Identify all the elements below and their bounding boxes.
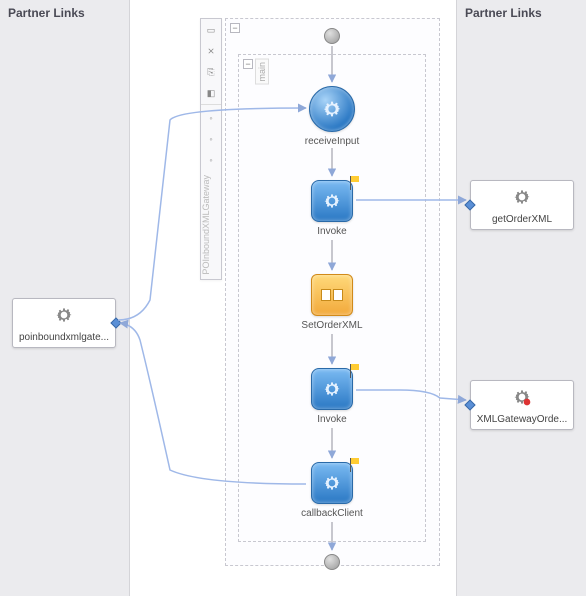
activity-callbackclient[interactable]: callbackClient	[292, 462, 372, 519]
mini-toolbar: ▭ ⨯ ⎘ ◧ ◦ ◦ ◦ POInboundXMLGateway	[200, 18, 222, 280]
activity-invoke-2[interactable]: Invoke	[292, 368, 372, 425]
activity-label: Invoke	[292, 226, 372, 237]
activity-setorderxml[interactable]: SetOrderXML	[292, 274, 372, 331]
toolbar-separator	[201, 104, 221, 107]
partnerlink-label: XMLGatewayOrde...	[475, 414, 569, 425]
breakpoint-flag-icon	[350, 176, 360, 186]
toolbar-item-icon[interactable]: ◦	[201, 108, 221, 128]
partnerlink-getorderxml[interactable]: getOrderXML	[470, 180, 574, 230]
assign-icon	[311, 274, 353, 316]
activity-invoke-1[interactable]: Invoke	[292, 180, 372, 237]
partnerlink-poinbound[interactable]: poinboundxmlgate...	[12, 298, 116, 348]
toolbar-vertical-label: POInboundXMLGateway	[201, 171, 211, 279]
partnerlink-label: getOrderXML	[475, 214, 569, 225]
partner-links-left-title: Partner Links	[0, 0, 129, 26]
process-center-panel: ▭ ⨯ ⎘ ◧ ◦ ◦ ◦ POInboundXMLGateway − − ma…	[130, 0, 456, 596]
toolbar-item-icon[interactable]: ◦	[201, 129, 221, 149]
process-start	[324, 28, 340, 44]
toolbar-link-icon[interactable]: ⎘	[201, 62, 221, 82]
activity-label: SetOrderXML	[292, 320, 372, 331]
toolbar-item-icon[interactable]: ◦	[201, 150, 221, 170]
activity-label: callbackClient	[292, 508, 372, 519]
sequence-main-label: main	[255, 59, 269, 85]
receive-icon	[309, 86, 355, 132]
gear-icon	[512, 187, 532, 207]
invoke-icon	[311, 180, 353, 222]
toolbar-props-icon[interactable]: ◧	[201, 83, 221, 103]
partnerlink-xmlgateway[interactable]: XMLGatewayOrde...	[470, 380, 574, 430]
collapse-sequence-button[interactable]: −	[243, 59, 253, 69]
invoke-icon	[311, 462, 353, 504]
gear-icon	[54, 305, 74, 325]
breakpoint-flag-icon	[350, 364, 360, 374]
activity-receiveInput[interactable]: receiveInput	[292, 86, 372, 147]
partnerlink-label: poinboundxmlgate...	[17, 332, 111, 343]
collapse-scope-button[interactable]: −	[230, 23, 240, 33]
toolbar-close-icon[interactable]: ⨯	[201, 41, 221, 61]
activity-label: Invoke	[292, 414, 372, 425]
invoke-icon	[311, 368, 353, 410]
breakpoint-flag-icon	[350, 458, 360, 468]
activity-label: receiveInput	[292, 136, 372, 147]
toolbar-collapse-icon[interactable]: ▭	[201, 20, 221, 40]
bpel-canvas: Partner Links Partner Links ▭ ⨯ ⎘ ◧ ◦ ◦ …	[0, 0, 586, 596]
gear-icon	[512, 387, 532, 407]
partner-links-right-panel: Partner Links	[456, 0, 586, 596]
partner-links-right-title: Partner Links	[457, 0, 586, 26]
process-end	[324, 554, 340, 570]
